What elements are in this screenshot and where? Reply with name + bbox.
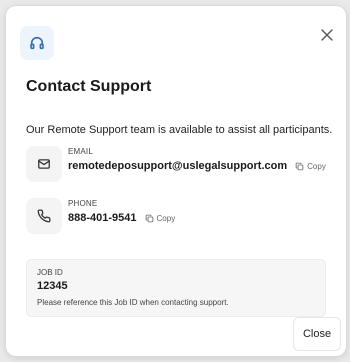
mail-icon-container: [26, 146, 62, 182]
email-row: EMAIL remotedeposupport@uslegalsupport.c…: [26, 146, 326, 182]
job-id-hint: Please reference this Job ID when contac…: [37, 298, 229, 307]
phone-icon-container: [26, 198, 62, 234]
contact-support-dialog: Contact Support Our Remote Support team …: [6, 6, 346, 356]
phone-icon: [37, 209, 51, 223]
email-value: remotedeposupport@uslegalsupport.com: [68, 160, 288, 172]
mail-icon: [38, 159, 50, 169]
job-id-label: JOB ID: [37, 268, 63, 277]
dialog-title: Contact Support: [26, 78, 152, 95]
email-details: EMAIL remotedeposupport@uslegalsupport.c…: [68, 146, 326, 172]
copy-email-label: Copy: [307, 161, 326, 171]
copy-icon: [145, 214, 153, 222]
copy-phone-button[interactable]: Copy: [145, 213, 176, 223]
close-dialog-button[interactable]: [316, 24, 338, 46]
headset-icon: [30, 36, 44, 50]
phone-value: 888-401-9541: [68, 212, 137, 224]
job-id-value: 12345: [37, 280, 68, 292]
email-label: EMAIL: [68, 147, 94, 156]
job-id-panel: JOB ID 12345 Please reference this Job I…: [26, 259, 326, 317]
dialog-description: Our Remote Support team is available to …: [26, 124, 333, 136]
phone-details: PHONE 888-401-9541 Copy: [68, 198, 175, 224]
headset-icon-container: [20, 26, 54, 60]
close-icon: [321, 29, 333, 41]
close-button[interactable]: Close: [293, 317, 341, 351]
phone-label: PHONE: [68, 199, 98, 208]
copy-email-button[interactable]: Copy: [295, 162, 326, 171]
phone-row: PHONE 888-401-9541 Copy: [26, 198, 175, 234]
copy-phone-label: Copy: [156, 213, 176, 223]
copy-icon: [295, 162, 304, 170]
